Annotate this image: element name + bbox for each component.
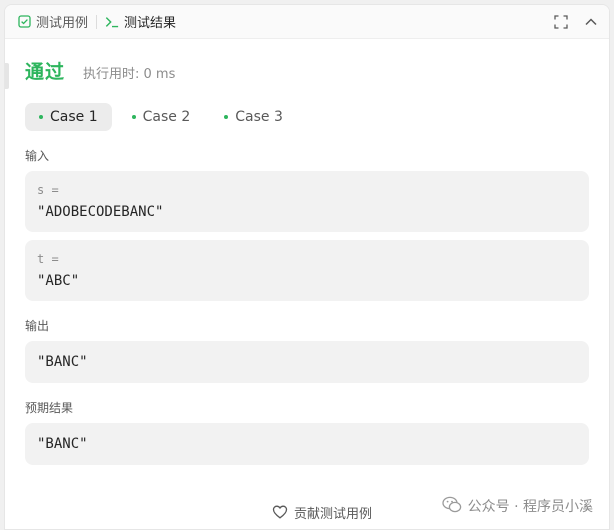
input-param-s: s = "ADOBECODEBANC": [25, 171, 589, 232]
case-tab-label: Case 2: [142, 109, 191, 125]
param-name: t =: [37, 252, 59, 266]
input-param-t: t = "ABC": [25, 240, 589, 301]
expected-box: "BANC": [25, 423, 589, 465]
tab-test-results[interactable]: 测试结果: [105, 5, 176, 39]
input-label: 输入: [25, 149, 50, 163]
case-tab-3[interactable]: Case 3: [210, 103, 297, 131]
panel-resize-handle[interactable]: [5, 63, 9, 89]
case-tab-1[interactable]: Case 1: [25, 103, 112, 131]
param-value: "ABC": [37, 273, 80, 289]
pass-dot-icon: [39, 115, 43, 119]
heart-icon: [272, 504, 288, 520]
output-value: "BANC": [37, 354, 88, 370]
case-tab-label: Case 1: [50, 109, 98, 125]
case-tab-label: Case 3: [235, 109, 283, 125]
terminal-icon: [105, 15, 119, 29]
test-result-panel: 测试用例 测试结果 通过 执行用时: 0 ms Case 1 Case 2 Ca…: [4, 4, 610, 530]
checkbox-icon: [17, 15, 31, 29]
tab-divider: [96, 14, 98, 29]
tab-test-cases[interactable]: 测试用例: [17, 5, 88, 39]
expand-icon[interactable]: [553, 14, 569, 30]
pass-dot-icon: [131, 115, 136, 119]
case-tabs: Case 1 Case 2 Case 3: [25, 103, 589, 131]
contribute-label: 贡献测试用例: [293, 506, 372, 522]
tab-test-results-label: 测试结果: [124, 16, 177, 31]
param-name: s =: [37, 183, 59, 197]
expected-value: "BANC": [37, 436, 88, 452]
output-label: 输出: [25, 319, 50, 333]
wechat-icon: [441, 496, 462, 516]
param-value: "ADOBECODEBANC": [37, 204, 164, 220]
pass-dot-icon: [224, 115, 229, 119]
contribute-test-case-button[interactable]: 贡献测试用例: [272, 503, 372, 522]
runtime-label: 执行用时: 0 ms: [83, 67, 176, 82]
watermark: 公众号 · 程序员小溪: [441, 496, 593, 516]
tab-bar: 测试用例 测试结果: [5, 5, 609, 39]
watermark-text: 公众号 · 程序员小溪: [467, 499, 593, 515]
case-tab-2[interactable]: Case 2: [118, 103, 205, 131]
expected-label: 预期结果: [25, 401, 74, 415]
tab-test-cases-label: 测试用例: [36, 16, 89, 31]
result-status: 通过: [25, 61, 66, 83]
output-box: "BANC": [25, 341, 589, 383]
chevron-up-icon[interactable]: [583, 14, 599, 30]
